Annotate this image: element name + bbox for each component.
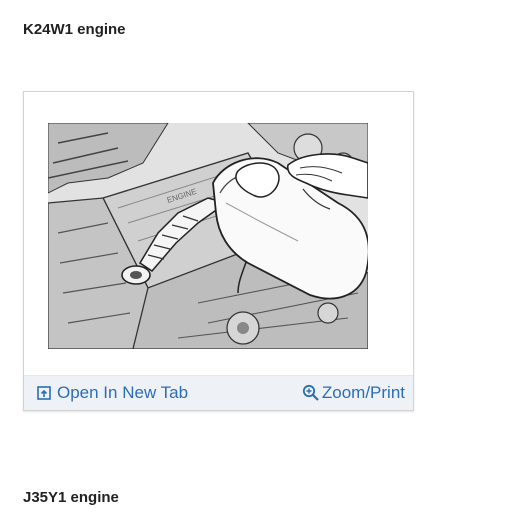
- figure-card: ENGINE Open In New Tab Zoom/Print: [23, 91, 414, 411]
- engine-oil-fill-drawing: ENGINE: [48, 123, 368, 349]
- figure-action-bar: Open In New Tab Zoom/Print: [24, 375, 413, 410]
- open-in-new-tab-icon: [37, 386, 51, 400]
- open-in-new-tab-label: Open In New Tab: [57, 383, 189, 402]
- open-in-new-tab-link[interactable]: Open In New Tab: [37, 376, 188, 410]
- section-heading-j35y1: J35Y1 engine: [23, 489, 119, 506]
- zoom-print-link[interactable]: Zoom/Print: [302, 376, 405, 410]
- section-heading-k24w1: K24W1 engine: [23, 21, 126, 38]
- zoom-in-icon: [302, 384, 320, 402]
- zoom-print-label: Zoom/Print: [321, 383, 405, 402]
- engine-oil-fill-illustration[interactable]: ENGINE: [48, 123, 368, 349]
